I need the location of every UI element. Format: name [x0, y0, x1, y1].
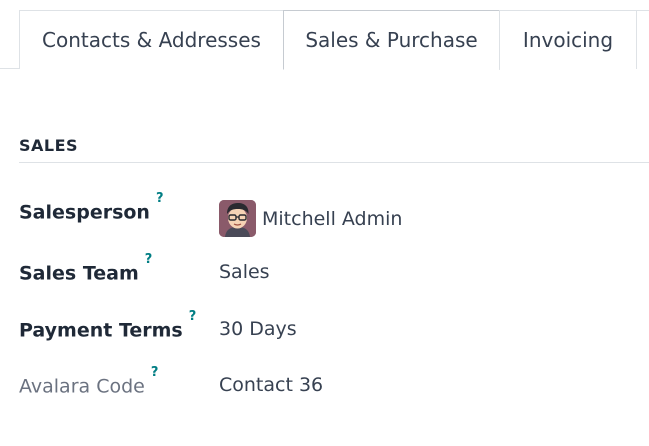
help-tooltip-icon[interactable]: ? — [189, 309, 197, 324]
field-row-avalara-code: Avalara Code? Contact 36 — [19, 365, 639, 404]
tab-next-partial[interactable] — [636, 10, 649, 69]
payment-terms-value: 30 Days — [219, 318, 297, 340]
help-tooltip-icon[interactable]: ? — [156, 191, 164, 206]
sales-team-value: Sales — [219, 261, 270, 283]
avalara-code-field[interactable]: Contact 36 — [219, 374, 323, 396]
section-title: SALES — [19, 136, 79, 155]
form-notebook-tabs: Contacts & Addresses Sales & Purchase In… — [0, 0, 649, 70]
payment-terms-field[interactable]: 30 Days — [219, 318, 297, 340]
help-tooltip-icon[interactable]: ? — [145, 252, 153, 267]
field-row-salesperson: Salesperson? Mitchell Admin — [19, 191, 639, 237]
field-label-payment-terms: Payment Terms? — [19, 309, 197, 342]
avalara-code-value: Contact 36 — [219, 374, 324, 396]
field-label-salesperson: Salesperson? — [19, 191, 164, 224]
tab-sales-purchase[interactable]: Sales & Purchase — [283, 10, 500, 70]
tab-label: Invoicing — [522, 28, 614, 52]
user-avatar-icon — [219, 200, 256, 237]
field-row-sales-team: Sales Team? Sales — [19, 252, 639, 291]
salesperson-name: Mitchell Admin — [262, 207, 403, 230]
field-row-payment-terms: Payment Terms? 30 Days — [19, 309, 639, 348]
tab-label: Contacts & Addresses — [42, 28, 261, 52]
tab-contacts-addresses[interactable]: Contacts & Addresses — [19, 10, 284, 69]
field-label-sales-team: Sales Team? — [19, 252, 153, 285]
section-divider — [19, 162, 649, 163]
tab-label: Sales & Purchase — [305, 28, 478, 52]
tab-invoicing[interactable]: Invoicing — [499, 10, 637, 69]
help-tooltip-icon[interactable]: ? — [151, 365, 159, 380]
salesperson-field[interactable]: Mitchell Admin — [219, 200, 402, 237]
sales-team-field[interactable]: Sales — [219, 261, 270, 283]
field-label-avalara-code: Avalara Code? — [19, 365, 159, 398]
